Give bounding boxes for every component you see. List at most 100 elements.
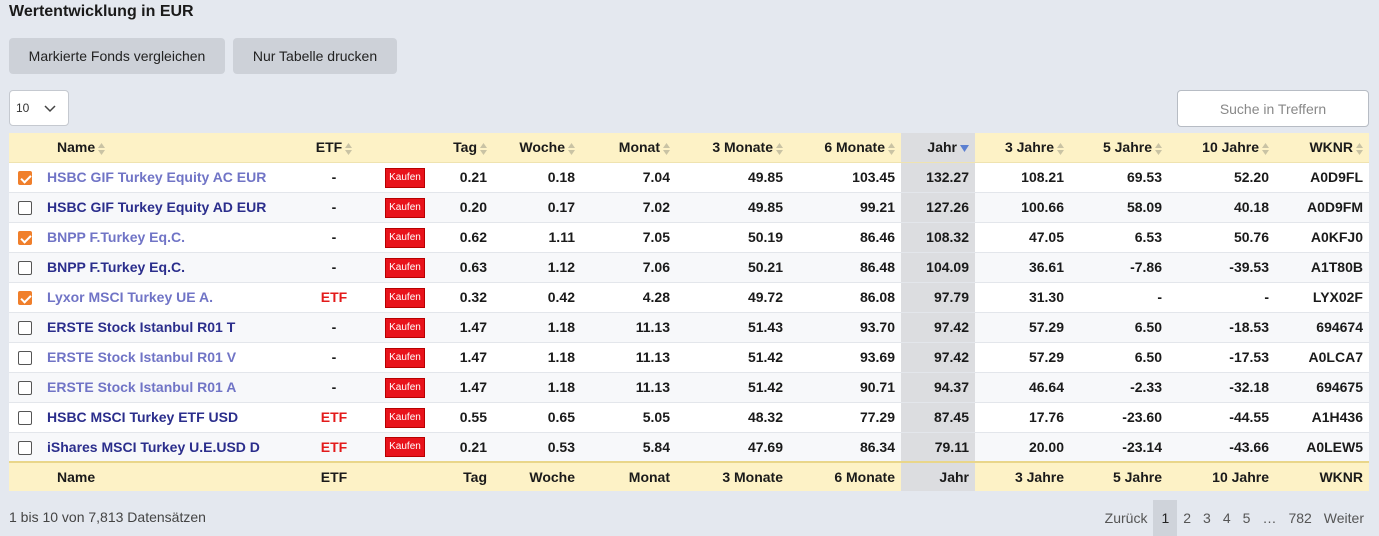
buy-cell: Kaufen bbox=[375, 282, 435, 313]
jahr-cell: 104.09 bbox=[901, 252, 975, 283]
row-checkbox[interactable] bbox=[18, 381, 32, 396]
jahr-cell: 87.45 bbox=[901, 402, 975, 433]
row-checkbox[interactable] bbox=[18, 261, 32, 276]
jahr-cell: 79.11 bbox=[901, 432, 975, 463]
page-size-select[interactable]: 10 bbox=[9, 90, 69, 126]
monat-cell: 5.84 bbox=[581, 432, 676, 463]
fund-name-link[interactable]: HSBC GIF Turkey Equity AD EUR bbox=[47, 199, 266, 215]
col-header-5jahre[interactable]: 5 Jahre bbox=[1070, 133, 1168, 163]
sort-desc-icon bbox=[960, 145, 969, 153]
pager-page-5[interactable]: 5 bbox=[1237, 500, 1257, 536]
sort-icon bbox=[568, 142, 575, 155]
pager-next-button[interactable]: Weiter bbox=[1318, 500, 1370, 536]
col-header-woche[interactable]: Woche bbox=[493, 133, 581, 163]
buy-button[interactable]: Kaufen bbox=[385, 167, 425, 188]
col-header-wknr[interactable]: WKNR bbox=[1275, 133, 1369, 163]
col-footer-label: WKNR bbox=[1319, 469, 1363, 485]
col-footer-label: Name bbox=[57, 469, 96, 485]
pager-page-3[interactable]: 3 bbox=[1197, 500, 1217, 536]
print-table-button[interactable]: Nur Tabelle drucken bbox=[233, 38, 397, 74]
buy-button[interactable]: Kaufen bbox=[385, 347, 425, 368]
pager-page-2[interactable]: 2 bbox=[1177, 500, 1197, 536]
buy-button[interactable]: Kaufen bbox=[385, 287, 425, 308]
col-header-jahr[interactable]: Jahr bbox=[901, 133, 975, 163]
col-header-buy bbox=[375, 133, 435, 163]
woche-cell: 1.18 bbox=[493, 342, 581, 373]
col-header-tag[interactable]: Tag bbox=[435, 133, 493, 163]
fund-name-link[interactable]: HSBC MSCI Turkey ETF USD bbox=[47, 409, 238, 425]
table-row: iShares MSCI Turkey U.E.USD D ETF Kaufen 0.… bbox=[9, 432, 1369, 463]
pager-page-last[interactable]: 782 bbox=[1282, 500, 1317, 536]
buy-button[interactable]: Kaufen bbox=[385, 377, 425, 398]
row-checkbox[interactable] bbox=[18, 411, 32, 426]
wknr-cell: A0LEW5 bbox=[1275, 432, 1369, 463]
col-header-monat[interactable]: Monat bbox=[581, 133, 676, 163]
tag-cell: 1.47 bbox=[435, 342, 493, 373]
table-row: BNPP F.Turkey Eq.C. - Kaufen 0.62 1.11 7.05 50… bbox=[9, 222, 1369, 253]
col-header-6monate[interactable]: 6 Monate bbox=[789, 133, 901, 163]
row-select-cell bbox=[9, 372, 41, 403]
col-header-3jahre[interactable]: 3 Jahre bbox=[975, 133, 1070, 163]
compare-funds-button[interactable]: Markierte Fonds vergleichen bbox=[9, 38, 225, 74]
j5-cell: 58.09 bbox=[1070, 192, 1168, 223]
etf-cell: - bbox=[293, 312, 375, 343]
table-row: ERSTE Stock Istanbul R01 T - Kaufen 1.47 1.1… bbox=[9, 312, 1369, 343]
buy-button[interactable]: Kaufen bbox=[385, 197, 425, 218]
col-footer-etf: ETF bbox=[293, 461, 375, 491]
buy-button[interactable]: Kaufen bbox=[385, 437, 425, 458]
monat-cell: 11.13 bbox=[581, 312, 676, 343]
fund-name-link[interactable]: ERSTE Stock Istanbul R01 T bbox=[47, 319, 235, 335]
wknr-cell: A1H436 bbox=[1275, 402, 1369, 433]
row-checkbox[interactable] bbox=[18, 171, 32, 186]
col-header-name[interactable]: Name bbox=[41, 133, 293, 163]
wknr-cell: A0LCA7 bbox=[1275, 342, 1369, 373]
fund-name-link[interactable]: HSBC GIF Turkey Equity AC EUR bbox=[47, 169, 266, 185]
etf-cell: ETF bbox=[293, 432, 375, 463]
row-select-cell bbox=[9, 342, 41, 373]
m3-cell: 49.85 bbox=[676, 162, 789, 193]
col-footer-label: 3 Jahre bbox=[1014, 469, 1064, 485]
etf-cell: - bbox=[293, 192, 375, 223]
sort-icon bbox=[888, 142, 895, 155]
row-checkbox[interactable] bbox=[18, 351, 32, 366]
row-checkbox[interactable] bbox=[18, 231, 32, 246]
row-checkbox[interactable] bbox=[18, 291, 32, 306]
fund-name-link[interactable]: BNPP F.Turkey Eq.C. bbox=[47, 259, 185, 275]
jahr-cell: 132.27 bbox=[901, 162, 975, 193]
page-title: Wertentwicklung in EUR bbox=[9, 3, 194, 20]
buy-cell: Kaufen bbox=[375, 372, 435, 403]
fund-name-link[interactable]: BNPP F.Turkey Eq.C. bbox=[47, 229, 185, 245]
col-footer-label: 6 Monate bbox=[834, 469, 895, 485]
pager-page-1[interactable]: 1 bbox=[1153, 500, 1178, 536]
j3-cell: 108.21 bbox=[975, 162, 1070, 193]
tag-cell: 0.21 bbox=[435, 432, 493, 463]
woche-cell: 0.65 bbox=[493, 402, 581, 433]
fund-name-link[interactable]: Lyxor MSCI Turkey UE A. bbox=[47, 289, 213, 305]
col-footer-monat: Monat bbox=[581, 461, 676, 491]
col-header-10jahre[interactable]: 10 Jahre bbox=[1168, 133, 1275, 163]
row-checkbox[interactable] bbox=[18, 201, 32, 216]
buy-button[interactable]: Kaufen bbox=[385, 227, 425, 248]
buy-button[interactable]: Kaufen bbox=[385, 257, 425, 278]
col-header-label: Jahr bbox=[927, 139, 957, 156]
records-info: 1 bis 10 von 7,813 Datensätzen bbox=[9, 509, 206, 525]
fund-name-link[interactable]: ERSTE Stock Istanbul R01 A bbox=[47, 379, 236, 395]
jahr-cell: 108.32 bbox=[901, 222, 975, 253]
row-checkbox[interactable] bbox=[18, 321, 32, 336]
col-header-etf[interactable]: ETF bbox=[293, 133, 375, 163]
buy-button[interactable]: Kaufen bbox=[385, 317, 425, 338]
sort-icon bbox=[663, 142, 670, 155]
etf-cell: ETF bbox=[293, 402, 375, 433]
buy-button[interactable]: Kaufen bbox=[385, 407, 425, 428]
woche-cell: 1.12 bbox=[493, 252, 581, 283]
search-input[interactable] bbox=[1177, 90, 1369, 127]
pager-prev-button[interactable]: Zurück bbox=[1099, 500, 1154, 536]
col-header-3monate[interactable]: 3 Monate bbox=[676, 133, 789, 163]
m3-cell: 51.42 bbox=[676, 342, 789, 373]
fund-name-link[interactable]: iShares MSCI Turkey U.E.USD D bbox=[47, 439, 260, 455]
col-header-label: Woche bbox=[519, 139, 565, 156]
row-checkbox[interactable] bbox=[18, 440, 32, 455]
fund-name-link[interactable]: ERSTE Stock Istanbul R01 V bbox=[47, 349, 236, 365]
pager-page-4[interactable]: 4 bbox=[1217, 500, 1237, 536]
j3-cell: 20.00 bbox=[975, 432, 1070, 463]
